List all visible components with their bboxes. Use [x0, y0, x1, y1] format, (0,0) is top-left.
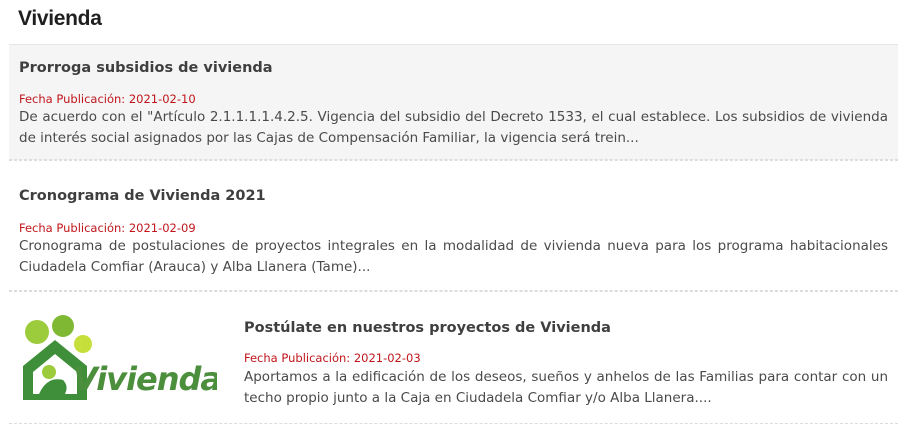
section-title: Vivienda	[18, 7, 102, 30]
news-summary: Cronograma de postulaciones de proyectos…	[19, 238, 888, 275]
vivienda-news-page: Vivienda Prorroga subsidios de vivienda …	[0, 0, 915, 437]
vivienda-logo-icon[interactable]: Vivienda	[17, 314, 217, 404]
news-date: Fecha Publicación: 2021-02-09	[19, 221, 196, 235]
news-date: Fecha Publicación: 2021-02-10	[19, 92, 196, 106]
news-title[interactable]: Postúlate en nuestros proyectos de Vivie…	[244, 320, 611, 336]
logo-wordmark: Vivienda	[73, 360, 217, 398]
news-item-cronograma[interactable]: Cronograma de Vivienda 2021 Fecha Public…	[9, 160, 898, 292]
divider	[9, 290, 898, 291]
divider	[9, 160, 898, 161]
news-title[interactable]: Prorroga subsidios de vivienda	[19, 60, 273, 76]
news-title[interactable]: Cronograma de Vivienda 2021	[19, 188, 266, 204]
news-item-prorroga[interactable]: Prorroga subsidios de vivienda Fecha Pub…	[9, 44, 898, 160]
news-item-postulate[interactable]: Vivienda Postúlate en nuestros proyectos…	[9, 290, 898, 424]
news-summary: Aportamos a la edificación de los deseos…	[244, 369, 888, 406]
news-date: Fecha Publicación: 2021-02-03	[244, 351, 421, 365]
news-summary: De acuerdo con el "Artículo 2.1.1.1.1.4.…	[19, 109, 888, 146]
